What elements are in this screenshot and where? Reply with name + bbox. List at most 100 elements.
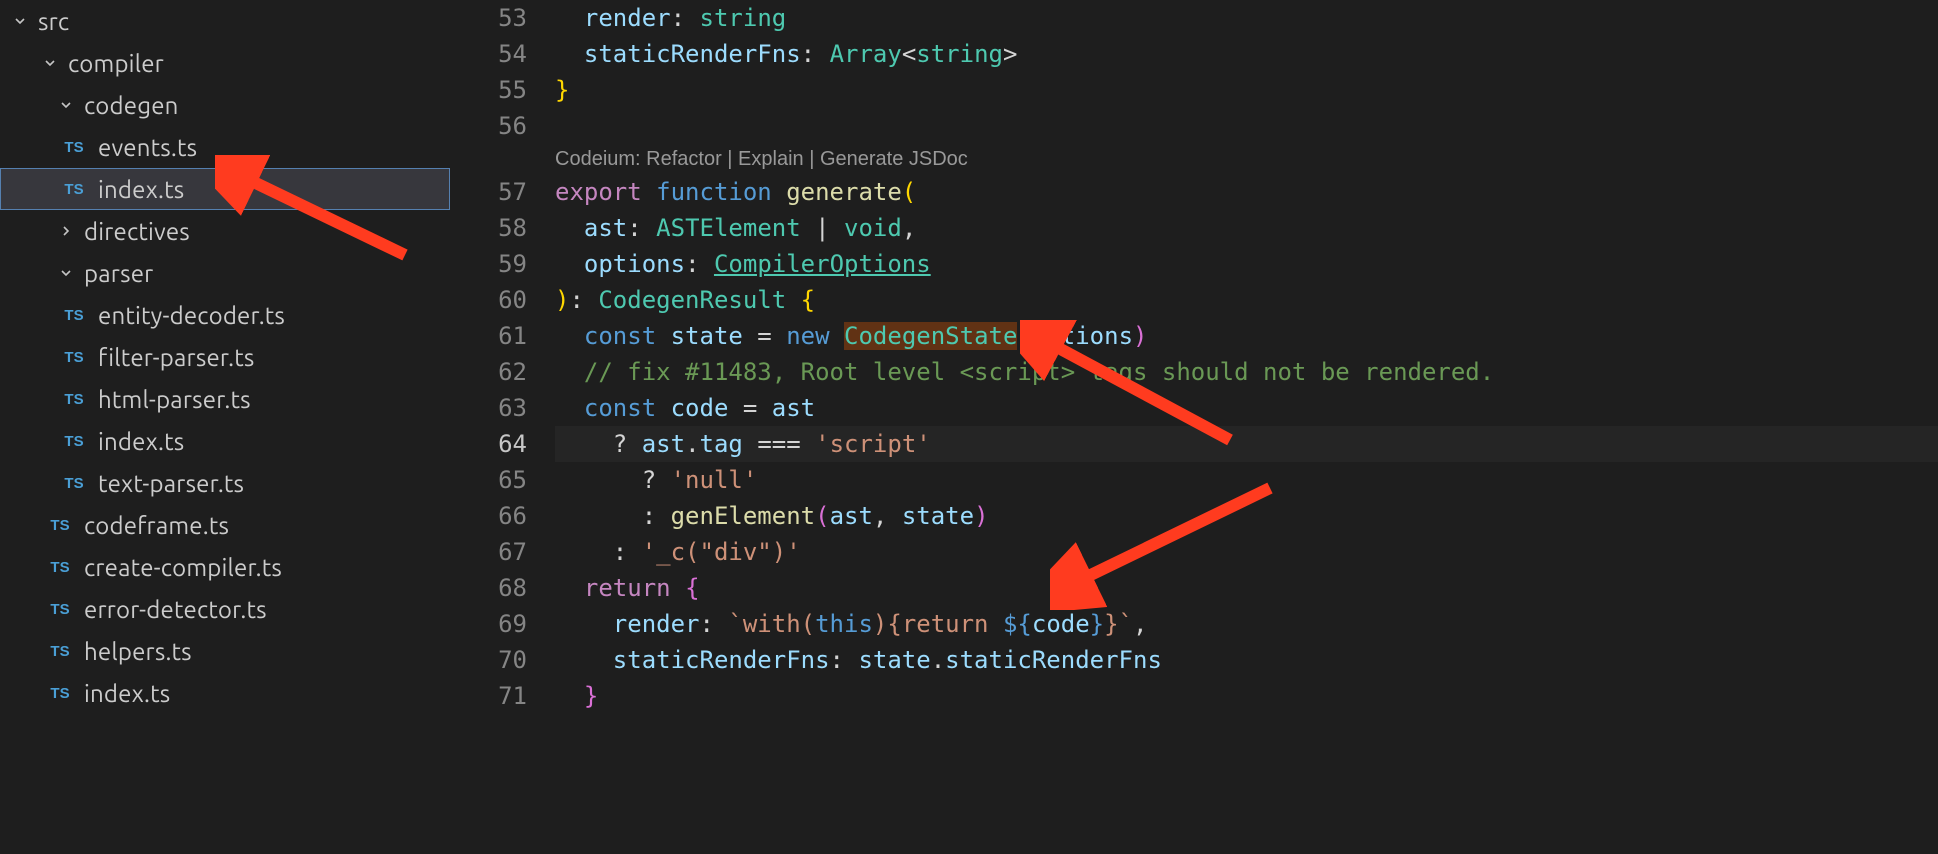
line-number: 63 [450,390,527,426]
code-line-current[interactable]: ? ast.tag === 'script' [555,426,1938,462]
file-label: filter-parser.ts [98,344,254,371]
folder-row[interactable]: compiler [0,42,450,84]
folder-label: directives [84,218,190,245]
code-line[interactable]: options: CompilerOptions [555,246,1938,282]
typescript-file-icon: TS [46,599,74,619]
chevron-down-icon [56,263,76,283]
typescript-file-icon: TS [60,473,88,493]
code-line[interactable]: const state = new CodegenState(options) [555,318,1938,354]
line-number: 53 [450,0,527,36]
file-row[interactable]: TS index.ts [0,168,450,210]
file-label: codeframe.ts [84,512,229,539]
code-line[interactable]: export function generate( [555,174,1938,210]
chevron-down-icon [40,53,60,73]
code-line[interactable]: return { [555,570,1938,606]
file-explorer[interactable]: srccompilercodegenTSevents.tsTSindex.tsd… [0,0,450,854]
line-number: 67 [450,534,527,570]
code-line[interactable]: render: `with(this){return ${code}}`, [555,606,1938,642]
file-row[interactable]: TSindex.ts [0,420,450,462]
typescript-file-icon: TS [46,515,74,535]
file-row[interactable]: TS events.ts [0,126,450,168]
code-editor[interactable]: 53545556 575859606162636465666768697071 r… [450,0,1938,854]
line-number: 57 [450,174,527,210]
line-number: 59 [450,246,527,282]
file-label: error-detector.ts [84,596,267,623]
chevron-down-icon [56,95,76,115]
property: render [584,4,671,32]
line-number: 60 [450,282,527,318]
codelens[interactable]: Codeium: Refactor | Explain | Generate J… [555,144,1938,174]
line-number: 56 [450,108,527,144]
file-label: html-parser.ts [98,386,251,413]
file-row[interactable]: TS filter-parser.ts [0,336,450,378]
file-row[interactable]: TS codeframe.ts [0,504,450,546]
file-label: events.ts [98,134,197,161]
code-line[interactable] [555,108,1938,144]
code-line[interactable]: : '_c("div")' [555,534,1938,570]
line-number: 62 [450,354,527,390]
code-line[interactable]: : genElement(ast, state) [555,498,1938,534]
file-label: helpers.ts [84,638,192,665]
code-area[interactable]: render: string staticRenderFns: Array<st… [555,0,1938,854]
file-label: create-compiler.ts [84,554,282,581]
typescript-file-icon: TS [60,305,88,325]
line-number: 54 [450,36,527,72]
folder-label: src [38,8,69,35]
code-line[interactable]: staticRenderFns: Array<string> [555,36,1938,72]
line-number: 55 [450,72,527,108]
line-number: 69 [450,606,527,642]
file-row[interactable]: TS text-parser.ts [0,462,450,504]
file-row[interactable]: TS error-detector.ts [0,588,450,630]
chevron-right-icon [56,221,76,241]
line-number: 65 [450,462,527,498]
file-row[interactable]: TS helpers.ts [0,630,450,672]
line-number: 58 [450,210,527,246]
code-line[interactable]: // fix #11483, Root level <script> tags … [555,354,1938,390]
folder-row[interactable]: directives [0,210,450,252]
typescript-file-icon: TS [46,641,74,661]
typescript-file-icon: TS [60,137,88,157]
chevron-down-icon [10,11,30,31]
folder-label: parser [84,260,153,287]
code-line[interactable]: staticRenderFns: state.staticRenderFns [555,642,1938,678]
code-line[interactable]: } [555,72,1938,108]
file-row[interactable]: TS index.ts [0,672,450,714]
typescript-file-icon: TS [46,557,74,577]
typescript-file-icon: TS [60,389,88,409]
type-link[interactable]: CompilerOptions [714,250,931,278]
folder-label: compiler [68,50,164,77]
code-line[interactable]: const code = ast [555,390,1938,426]
code-line[interactable]: ): CodegenResult { [555,282,1938,318]
function-name: generate [786,178,902,206]
line-number: 61 [450,318,527,354]
file-row[interactable]: TS entity-decoder.ts [0,294,450,336]
comment: // fix #11483, Root level <script> tags … [584,358,1494,386]
typescript-file-icon: TS [60,179,88,199]
file-row[interactable]: TS create-compiler.ts [0,546,450,588]
code-line[interactable]: ast: ASTElement | void, [555,210,1938,246]
line-number: 66 [450,498,527,534]
folder-row[interactable]: src [0,0,450,42]
line-number: 71 [450,678,527,714]
folder-row[interactable]: parser [0,252,450,294]
typescript-file-icon: TS [60,431,88,451]
property: staticRenderFns [584,40,801,68]
file-label: entity-decoder.ts [98,302,285,329]
highlighted-type: CodegenState [844,322,1017,350]
folder-row[interactable]: codegen [0,84,450,126]
typescript-file-icon: TS [46,683,74,703]
code-line[interactable]: render: string [555,0,1938,36]
file-row[interactable]: TS html-parser.ts [0,378,450,420]
line-number: 68 [450,570,527,606]
line-number: 70 [450,642,527,678]
typescript-file-icon: TS [60,347,88,367]
file-label: index.ts [98,176,184,203]
line-number-gutter: 53545556 575859606162636465666768697071 [450,0,555,854]
file-label: text-parser.ts [98,470,244,497]
code-line[interactable]: ? 'null' [555,462,1938,498]
code-line[interactable]: } [555,678,1938,714]
folder-label: codegen [84,92,179,119]
file-label: index.ts [84,680,170,707]
type: string [700,4,787,32]
line-number: 64 [450,426,527,462]
